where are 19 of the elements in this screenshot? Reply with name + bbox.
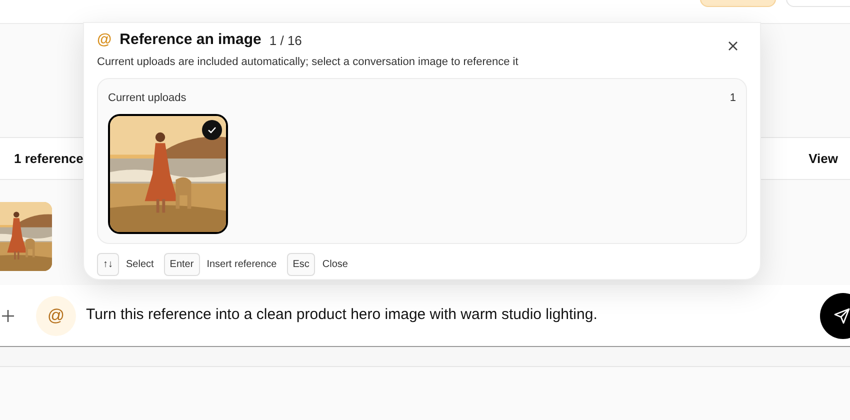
popup-subtitle: Current uploads are included automatically; select a conversation image to reference it [97,54,520,70]
reference-count: 1 reference [14,150,84,168]
shortcut-label: Insert reference [206,258,277,272]
view-link[interactable]: View [808,148,838,168]
close-icon[interactable] [728,41,738,51]
key-hint: Enter [164,253,200,276]
send-icon [834,308,850,324]
section-title: Current uploads [108,91,186,106]
section-count: 1 [730,91,736,106]
shortcut-label: Select [126,258,154,272]
message-input[interactable]: Turn this reference into a clean product hero image with warm studio lighting. [86,304,598,327]
plus-icon[interactable] [2,310,14,322]
popup-title: Reference an image [120,30,262,50]
mention-icon: @ [97,29,112,52]
shortcut-label: Close [322,258,348,272]
mention-button[interactable]: @ [36,296,76,336]
key-hint: ↑↓ [97,253,119,276]
key-hint: Esc [286,253,316,276]
popup-counter: 1 / 16 [269,32,302,50]
